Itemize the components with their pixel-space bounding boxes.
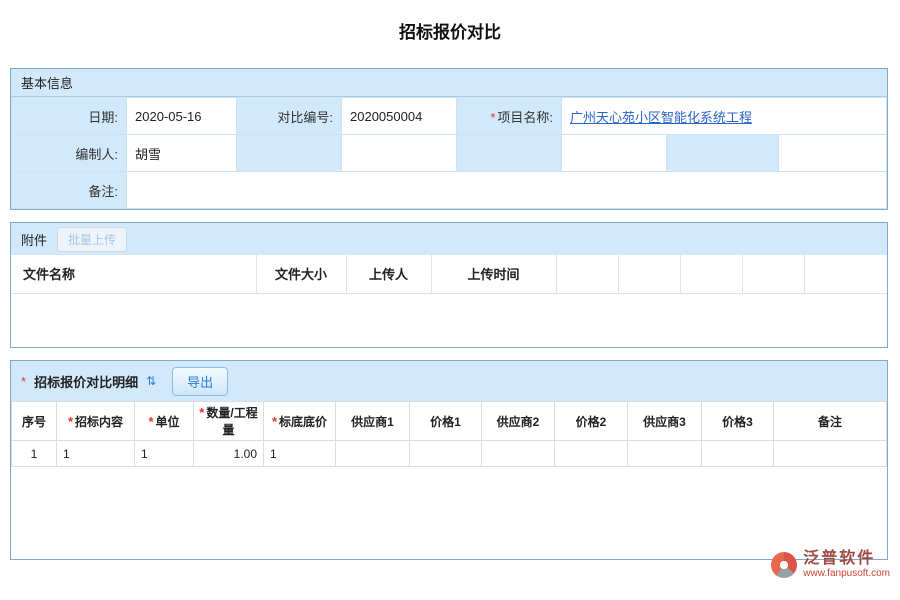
page-title: 招标报价对比 (0, 18, 900, 43)
detail-panel: * 招标报价对比明细 ⇅ 导出 序号*招标内容*单位*数量/工程量*标底底价供应… (10, 360, 888, 560)
attachment-col-header: 文件名称 (11, 255, 256, 293)
detail-cell: 1 (12, 441, 57, 467)
detail-col-header-label: 价格3 (722, 415, 753, 429)
remark-label: 备注: (12, 172, 127, 209)
basic-info-section-header: 基本信息 (11, 69, 887, 97)
basic-info-form: 日期: 2020-05-16 对比编号: 2020050004 *项目名称: 广… (11, 97, 887, 209)
project-link[interactable]: 广州天心苑小区智能化系统工程 (570, 110, 752, 125)
detail-cell: 1.00 (194, 441, 264, 467)
basic-info-empty-label-cell (667, 135, 779, 172)
batch-upload-button[interactable]: 批量上传 (57, 227, 127, 252)
attachments-empty-area (11, 294, 887, 346)
attachments-section-title: 附件 (21, 230, 47, 249)
project-name-label: *项目名称: (457, 98, 562, 135)
detail-section-header: * 招标报价对比明细 ⇅ 导出 (11, 361, 887, 401)
date-label: 日期: (12, 98, 127, 135)
attachment-col-header: 文件大小 (256, 255, 346, 293)
detail-col-header: 供应商2 (482, 402, 555, 441)
attachment-col-header (556, 255, 618, 293)
creator-label: 编制人: (12, 135, 127, 172)
attachments-panel: 附件 批量上传 文件名称文件大小上传人上传时间 (10, 222, 888, 348)
detail-col-header-label: 招标内容 (75, 415, 123, 429)
basic-info-row-1: 日期: 2020-05-16 对比编号: 2020050004 *项目名称: 广… (12, 98, 887, 135)
basic-info-empty-label-cell (237, 135, 342, 172)
required-mark: * (21, 374, 26, 389)
basic-info-row-3: 备注: (12, 172, 887, 209)
attachment-col-header (742, 255, 804, 293)
detail-cell: 1 (135, 441, 194, 467)
attachment-col-header (618, 255, 680, 293)
detail-row: 1111.001 (12, 441, 887, 467)
compare-no-label: 对比编号: (237, 98, 342, 135)
creator-value: 胡雪 (127, 135, 237, 172)
detail-col-header-label: 价格2 (576, 415, 607, 429)
attachment-col-header (804, 255, 887, 293)
fanpu-logo-icon (771, 552, 797, 578)
required-mark: * (148, 414, 153, 429)
attachment-col-header: 上传人 (346, 255, 431, 293)
basic-info-panel: 基本信息 日期: 2020-05-16 对比编号: 2020050004 *项目… (10, 68, 888, 210)
detail-col-header: *招标内容 (57, 402, 135, 441)
basic-info-row-2: 编制人: 胡雪 (12, 135, 887, 172)
detail-col-header-label: 供应商1 (351, 415, 394, 429)
detail-header-row: 序号*招标内容*单位*数量/工程量*标底底价供应商1价格1供应商2价格2供应商3… (12, 402, 887, 441)
detail-cell (702, 441, 774, 467)
detail-col-header-label: 序号 (22, 415, 46, 429)
date-value: 2020-05-16 (127, 98, 237, 135)
detail-col-header: 价格1 (410, 402, 482, 441)
detail-col-header: *标底底价 (264, 402, 336, 441)
required-mark: * (272, 414, 277, 429)
required-mark: * (490, 110, 495, 125)
detail-col-header: 价格3 (702, 402, 774, 441)
detail-cell (628, 441, 702, 467)
attachments-section-header: 附件 批量上传 (11, 223, 887, 255)
detail-cell: 1 (264, 441, 336, 467)
detail-cell (336, 441, 410, 467)
detail-col-header-label: 数量/工程量 (206, 406, 257, 437)
detail-cell: 1 (57, 441, 135, 467)
detail-body: 1111.001 (12, 441, 887, 467)
detail-section-title: 招标报价对比明细 (34, 372, 138, 391)
basic-info-section-title: 基本信息 (21, 73, 73, 92)
detail-col-header: 备注 (774, 402, 887, 441)
detail-col-header-label: 备注 (818, 415, 842, 429)
project-name-value: 广州天心苑小区智能化系统工程 (562, 98, 887, 135)
detail-cell (774, 441, 887, 467)
detail-table: 序号*招标内容*单位*数量/工程量*标底底价供应商1价格1供应商2价格2供应商3… (11, 401, 887, 467)
detail-cell (410, 441, 482, 467)
detail-col-header-label: 供应商3 (643, 415, 686, 429)
basic-info-empty-value-cell (342, 135, 457, 172)
detail-cell (482, 441, 555, 467)
detail-col-header: 供应商3 (628, 402, 702, 441)
detail-col-header: 价格2 (555, 402, 628, 441)
required-mark: * (68, 414, 73, 429)
brand-name: 泛普软件 (803, 550, 890, 568)
attachment-col-header: 上传时间 (431, 255, 556, 293)
basic-info-empty-label-cell (457, 135, 562, 172)
detail-col-header-label: 单位 (156, 415, 180, 429)
fanpu-logo: 泛普软件 www.fanpusoft.com (771, 550, 890, 580)
attachment-col-header (680, 255, 742, 293)
sort-icon[interactable]: ⇅ (146, 374, 156, 388)
basic-info-empty-value-cell (562, 135, 667, 172)
detail-col-header: *数量/工程量 (194, 402, 264, 441)
remark-value (127, 172, 887, 209)
required-mark: * (199, 405, 204, 420)
detail-cell (555, 441, 628, 467)
detail-col-header-label: 价格1 (430, 415, 461, 429)
attachments-table: 文件名称文件大小上传人上传时间 (11, 255, 887, 294)
detail-col-header: 供应商1 (336, 402, 410, 441)
export-button[interactable]: 导出 (172, 367, 228, 396)
detail-col-header: *单位 (135, 402, 194, 441)
basic-info-empty-value-cell (779, 135, 887, 172)
detail-col-header-label: 标底底价 (279, 415, 327, 429)
detail-col-header: 序号 (12, 402, 57, 441)
detail-col-header-label: 供应商2 (497, 415, 540, 429)
attachments-header-row: 文件名称文件大小上传人上传时间 (11, 255, 887, 293)
brand-url: www.fanpusoft.com (803, 568, 890, 580)
project-name-label-text: 项目名称: (497, 110, 553, 125)
compare-no-value: 2020050004 (342, 98, 457, 135)
